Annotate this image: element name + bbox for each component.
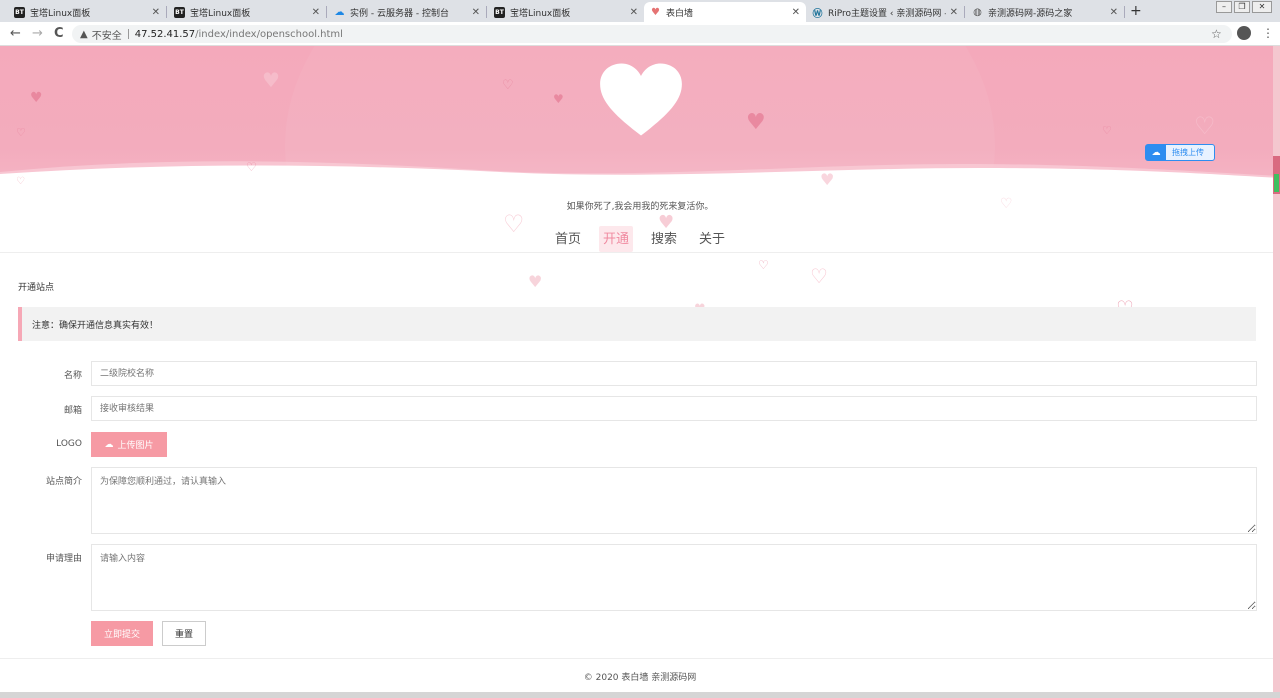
logo-label: LOGO (56, 439, 82, 449)
reload-icon[interactable]: C (54, 26, 64, 41)
bt-icon: BT (174, 6, 185, 18)
tab-separator (166, 6, 167, 18)
close-icon[interactable]: ✕ (950, 7, 958, 18)
heart-decoration-icon: ♡ (758, 258, 769, 272)
url-host: 47.52.41.57 (134, 28, 196, 40)
name-input[interactable] (91, 361, 1257, 386)
heart-decoration-icon: ♥ (528, 272, 543, 291)
tab-title: 宝塔Linux面板 (30, 8, 91, 19)
heart-decoration-icon: ♡ (502, 78, 514, 93)
tab-title: 宝塔Linux面板 (510, 8, 571, 19)
scroll-indicator (1274, 174, 1279, 192)
maximize-button[interactable]: ❐ (1234, 1, 1250, 13)
upload-image-button[interactable]: ☁ 上传图片 (91, 432, 167, 457)
tab-title: RiPro主题设置 ‹ 亲测源码网 — W (828, 8, 946, 19)
drag-upload-label: 拖拽上传 (1172, 148, 1204, 157)
minimize-button[interactable]: – (1216, 1, 1232, 13)
scrollbar-track[interactable] (1273, 46, 1280, 692)
address-bar: ← → C ▲ 不安全 47.52.41.57 /index/index/ope… (0, 22, 1280, 46)
browser-tab[interactable]: BT 宝塔Linux面板 ✕ (8, 2, 166, 22)
intro-label: 站点简介 (45, 477, 82, 487)
forward-icon[interactable]: → (32, 26, 43, 41)
back-icon[interactable]: ← (10, 26, 21, 41)
bt-icon: BT (494, 6, 505, 18)
close-icon[interactable]: ✕ (792, 7, 800, 18)
heart-decoration-icon: ♡ (16, 176, 25, 187)
hero-banner: ♥ ♥ ♡ ♡ ♥ ♥ ♡ ♡ (0, 46, 1280, 216)
tab-separator (964, 6, 965, 18)
upload-button-label: 上传图片 (117, 440, 154, 450)
tab-title: 表白墙 (666, 8, 694, 19)
divider (127, 29, 129, 39)
tab-separator (1124, 6, 1125, 18)
tab-title: 宝塔Linux面板 (190, 8, 251, 19)
wordpress-icon: Ⓦ (812, 8, 823, 20)
heart-decoration-icon: ♡ (16, 126, 26, 139)
browser-tab[interactable]: BT 宝塔Linux面板 ✕ (488, 2, 644, 22)
cloud-upload-icon: ☁ (104, 439, 114, 449)
heart-decoration-icon: ♥ (30, 90, 43, 106)
browser-tab[interactable]: BT 宝塔Linux面板 ✕ (168, 2, 326, 22)
url-path: /index/index/openschool.html (195, 28, 343, 40)
email-label: 邮箱 (63, 406, 82, 416)
tab-separator (326, 6, 327, 18)
heart-decoration-icon: ♥ (262, 68, 280, 92)
browser-tab[interactable]: ☁ 实例 - 云服务器 - 控制台 ✕ (328, 2, 486, 22)
browser-tab-active[interactable]: ♥ 表白墙 ✕ (644, 2, 806, 22)
heart-decoration-icon: ♡ (1194, 112, 1216, 140)
heart-decoration-icon: ♡ (1102, 124, 1112, 137)
email-input[interactable] (91, 396, 1257, 421)
site-tagline: 如果你死了,我会用我的死来复活你。 (566, 202, 714, 212)
reason-label: 申请理由 (45, 554, 82, 564)
tab-title: 实例 - 云服务器 - 控制台 (350, 8, 449, 19)
nav-item-home[interactable]: 首页 (551, 226, 585, 252)
main-nav: 首页 开通 搜索 关于 (0, 226, 1280, 252)
globe-icon: ◍ (973, 6, 982, 18)
name-label: 名称 (63, 371, 82, 381)
menu-icon[interactable]: ⋮ (1262, 26, 1274, 40)
url-input[interactable]: ▲ 不安全 47.52.41.57 /index/index/openschoo… (72, 25, 1232, 43)
heart-decoration-icon: ♡ (810, 264, 828, 288)
heart-decoration-icon: ♥ (553, 92, 564, 106)
page-content: ♥ ♥ ♡ ♡ ♥ ♥ ♡ ♡ ☁ 拖拽上传 ♡ ♡ ♥ ♡ ♡ ♥ ♡ ♡ ♥… (0, 46, 1280, 692)
nav-item-about[interactable]: 关于 (695, 226, 729, 252)
close-icon[interactable]: ✕ (472, 7, 480, 18)
close-icon[interactable]: ✕ (1110, 7, 1118, 18)
notice-banner: 注意：确保开通信息真实有效！ (18, 307, 1256, 341)
warning-icon: ▲ (80, 28, 88, 40)
nav-item-open[interactable]: 开通 (598, 226, 633, 252)
close-icon[interactable]: ✕ (630, 7, 638, 18)
close-icon[interactable]: ✕ (152, 7, 160, 18)
reason-textarea[interactable] (91, 544, 1257, 611)
tab-separator (486, 6, 487, 18)
security-label: 不安全 (91, 30, 122, 42)
bt-icon: BT (14, 6, 25, 18)
heart-decoration-icon: ♡ (246, 160, 257, 174)
bookmark-star-icon[interactable]: ☆ (1211, 27, 1222, 41)
cloud-icon: ☁ (334, 6, 345, 18)
section-title: 开通站点 (18, 283, 55, 293)
divider (0, 658, 1280, 659)
window-close-button[interactable]: ✕ (1252, 1, 1272, 13)
browser-tab[interactable]: ◍ 亲测源码网-源码之家 ✕ (966, 2, 1124, 22)
new-tab-button[interactable]: + (1130, 3, 1142, 19)
submit-button[interactable]: 立即提交 (91, 621, 153, 646)
intro-textarea[interactable] (91, 467, 1257, 534)
account-icon[interactable] (1237, 26, 1251, 40)
heart-logo-icon (600, 63, 682, 136)
browser-tab-bar: BT 宝塔Linux面板 ✕ BT 宝塔Linux面板 ✕ ☁ 实例 - 云服务… (0, 0, 1280, 22)
close-icon[interactable]: ✕ (312, 7, 320, 18)
divider (0, 252, 1280, 253)
cloud-upload-icon: ☁ (1146, 145, 1166, 160)
reset-button[interactable]: 重置 (162, 621, 206, 646)
nav-item-search[interactable]: 搜索 (647, 226, 681, 252)
heart-icon: ♥ (651, 6, 660, 18)
tab-title: 亲测源码网-源码之家 (988, 8, 1073, 19)
browser-tab[interactable]: Ⓦ RiPro主题设置 ‹ 亲测源码网 — W ✕ (806, 2, 964, 22)
footer-text: © 2020 表白墙 亲测源码网 (583, 673, 697, 683)
heart-decoration-icon: ♥ (820, 170, 835, 189)
drag-upload-widget[interactable]: ☁ 拖拽上传 (1145, 144, 1215, 161)
heart-decoration-icon: ♥ (746, 110, 766, 135)
os-taskbar (0, 692, 1280, 698)
